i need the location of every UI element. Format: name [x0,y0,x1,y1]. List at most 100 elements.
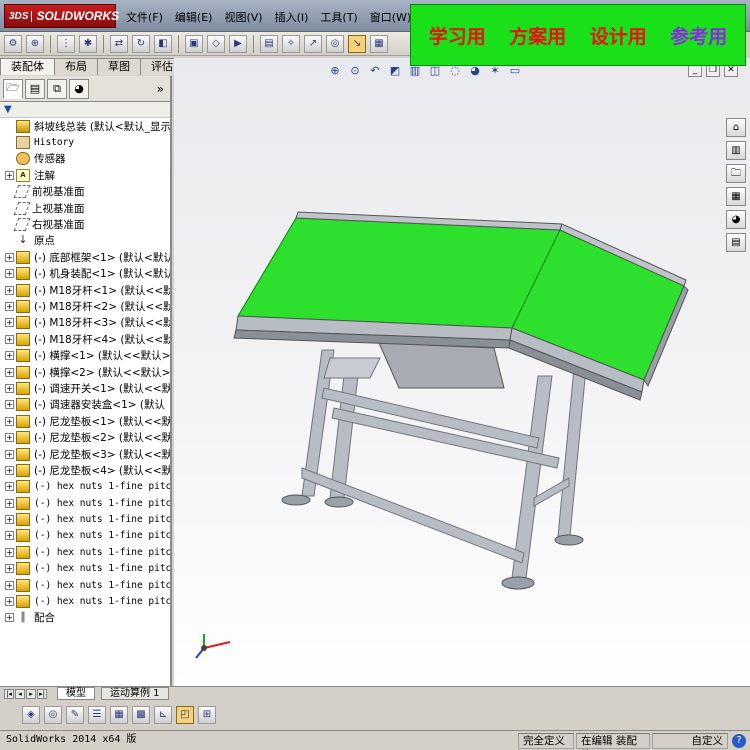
expand-toggle-icon[interactable]: + [5,400,14,410]
expand-toggle-icon[interactable]: + [5,383,14,393]
expand-toggle-icon[interactable]: + [5,498,14,508]
tree-item[interactable]: History [0,134,170,150]
tree-item[interactable]: + (-) 机身装配<1> (默认<默认 [0,266,170,282]
tree-item[interactable]: 前视基准面 [0,184,170,200]
tree-item[interactable]: + (-) M18牙杆<3> (默认<<默认 [0,315,170,331]
expand-toggle-icon[interactable]: + [5,482,14,492]
tree-item[interactable]: 斜坡线总装 (默认<默认_显示状 [0,118,170,134]
assembly-features-icon[interactable]: ▣ [185,34,203,53]
tree-item[interactable]: + (-) hex nuts 1-fine pitch [0,495,170,511]
more-tabs-icon[interactable]: » [157,82,164,96]
graphics-area[interactable]: ⊕ ⊙ ↶ ◩ ▥ ◫ ◌ ◕ ✶ ▭ _ ❐ ✕ ⌂ ▥ 🗀 ▦ ◕ ▤ [174,58,750,686]
feature-tree-tab-icon[interactable]: 🗁 [3,78,23,99]
expand-toggle-icon[interactable]: + [5,515,14,525]
filter-icon[interactable]: ▼ [4,104,12,115]
last-tab-icon[interactable]: ▸| [37,688,47,699]
tree-filter[interactable]: ▼ [0,102,170,118]
expand-toggle-icon[interactable]: + [5,597,14,607]
help-icon[interactable]: ? [732,733,746,748]
move-component-icon[interactable]: ⇄ [110,34,128,53]
tree-item[interactable]: + (-) M18牙杆<1> (默认<<默认 [0,282,170,298]
tree-item[interactable]: + (-) 底部框架<1> (默认<默认 [0,249,170,265]
tree-item[interactable]: 传感器 [0,151,170,167]
tree-item[interactable]: + (-) 横撑<2> (默认<<默认>_ [0,364,170,380]
rotate-component-icon[interactable]: ↻ [132,34,150,53]
tree-item[interactable]: + (-) hex nuts 1-fine pitch [0,479,170,495]
tree-item[interactable]: + (-) 尼龙垫板<1> (默认<<默 [0,413,170,429]
explode-line-sketch-icon[interactable]: ↗ [304,34,322,53]
display-manager-tab-icon[interactable]: ◕ [69,78,89,99]
solidworks-logo[interactable]: 3DS SOLIDWORKS [4,4,119,28]
configuration-manager-tab-icon[interactable]: ⧉ [47,78,67,99]
expand-toggle-icon[interactable]: + [5,301,14,311]
tree-item[interactable]: 上视基准面 [0,200,170,216]
tree-item[interactable]: + (-) 调速开关<1> (默认<<默 [0,380,170,396]
conveyor-model[interactable] [174,58,750,686]
expand-toggle-icon[interactable]: + [5,252,14,262]
tree-item[interactable]: + (-) M18牙杆<2> (默认<<默认 [0,298,170,314]
insert-component-icon[interactable]: ⚙ [4,34,22,53]
appearance-icon[interactable]: ✎ [66,705,84,724]
expand-toggle-icon[interactable]: + [5,334,14,344]
grid-view-icon[interactable]: ▦ [110,705,128,724]
tree-item[interactable]: + (-) hex nuts 1-fine pitch [0,577,170,593]
tree-item[interactable]: + ∥ 配合 [0,610,170,626]
new-motion-study-icon[interactable]: ▶ [229,34,247,53]
mate-icon[interactable]: ⊕ [26,34,44,53]
tree-item[interactable]: + (-) 尼龙垫板<2> (默认<<默 [0,429,170,445]
menu-view[interactable]: 视图(V) [224,9,262,25]
menu-window[interactable]: 窗口(W) [370,9,411,25]
tab-motion-study[interactable]: 运动算例 1 [101,687,169,700]
tree-item[interactable]: + (-) 横撑<1> (默认<<默认>_ [0,347,170,363]
expand-toggle-icon[interactable]: + [5,580,14,590]
expand-toggle-icon[interactable]: + [5,449,14,459]
expand-toggle-icon[interactable]: + [5,547,14,557]
tree-item[interactable]: + (-) M18牙杆<4> (默认<<默认 [0,331,170,347]
tree-item[interactable]: 右视基准面 [0,216,170,232]
expand-toggle-icon[interactable]: + [5,613,14,623]
reference-geometry-icon[interactable]: ◇ [207,34,225,53]
shaded-icon[interactable]: ◎ [44,705,62,724]
units-status[interactable]: 自定义 [652,732,728,749]
expand-toggle-icon[interactable]: + [5,318,14,328]
normal-view-icon[interactable]: ◰ [176,705,194,724]
view-3d-icon[interactable]: ◈ [22,705,40,724]
expand-toggle-icon[interactable]: + [5,367,14,377]
linear-pattern-icon[interactable]: ⋮ [57,34,75,53]
tree-item[interactable]: + (-) hex nuts 1-fine pitch [0,544,170,560]
tree-item[interactable]: + (-) hex nuts 1-fine pitch [0,593,170,609]
split-view-icon[interactable]: ⊞ [198,705,216,724]
expand-toggle-icon[interactable]: + [5,564,14,574]
first-tab-icon[interactable]: |◂ [4,688,14,699]
expand-toggle-icon[interactable]: + [5,285,14,295]
menu-insert[interactable]: 插入(I) [275,9,309,25]
show-hidden-icon[interactable]: ◧ [154,34,172,53]
expand-toggle-icon[interactable]: + [5,170,14,180]
tree-item[interactable]: + (-) 尼龙垫板<3> (默认<<默 [0,446,170,462]
exploded-view-icon[interactable]: ✧ [282,34,300,53]
expand-toggle-icon[interactable]: + [5,433,14,443]
tab-sketch[interactable]: 草图 [97,58,141,75]
interference-detection-icon[interactable]: ◎ [326,34,344,53]
bill-of-materials-icon[interactable]: ▤ [260,34,278,53]
instant3d-icon[interactable]: ↘ [348,34,366,53]
expand-toggle-icon[interactable]: + [5,531,14,541]
expand-toggle-icon[interactable]: + [5,465,14,475]
expand-toggle-icon[interactable]: + [5,351,14,361]
tree-item[interactable]: + (-) hex nuts 1-fine pitch [0,511,170,527]
prev-tab-icon[interactable]: ◂ [15,688,25,699]
menu-edit[interactable]: 编辑(E) [175,9,213,25]
tab-layout[interactable]: 布局 [54,58,98,75]
next-tab-icon[interactable]: ▸ [26,688,36,699]
tree-item[interactable]: ↓ 原点 [0,233,170,249]
tree-item[interactable]: + (-) 尼龙垫板<4> (默认<<默 [0,462,170,478]
tree-item[interactable]: + (-) hex nuts 1-fine pitch [0,528,170,544]
tree-item[interactable]: + (-) 调速器安装盒<1> (默认 [0,397,170,413]
tree-item[interactable]: + A 注解 [0,167,170,183]
expand-toggle-icon[interactable]: + [5,269,14,279]
menu-tools[interactable]: 工具(T) [320,9,357,25]
property-manager-tab-icon[interactable]: ▤ [25,78,45,99]
tab-assembly[interactable]: 装配体 [0,58,55,75]
tab-model[interactable]: 模型 [57,687,95,700]
list-view-icon[interactable]: ☰ [88,705,106,724]
